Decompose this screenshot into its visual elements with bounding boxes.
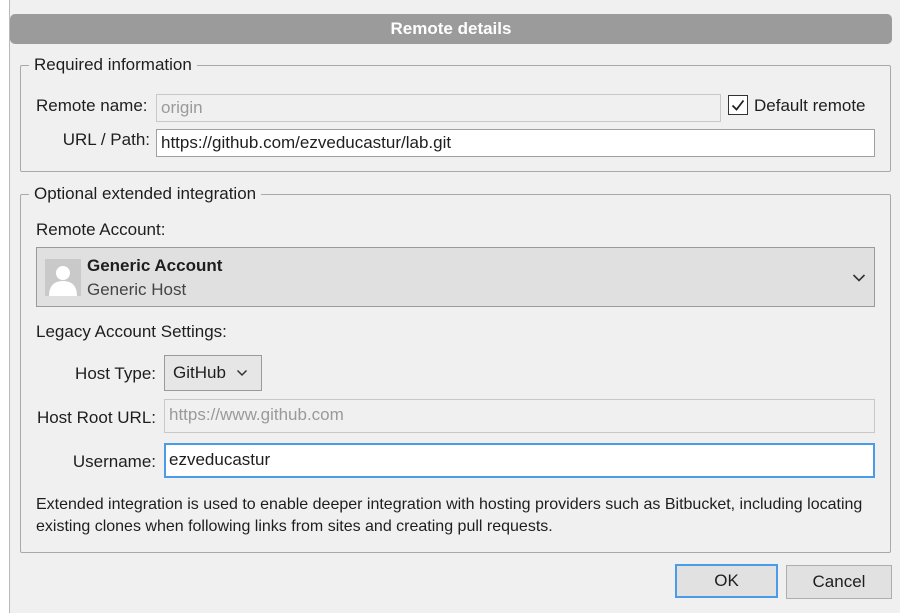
- ok-button-label: OK: [714, 571, 739, 590]
- host-root-url-label: Host Root URL:: [36, 408, 156, 427]
- background-window-strip: [0, 0, 10, 613]
- avatar-icon: [45, 259, 81, 296]
- cancel-button-label: Cancel: [812, 572, 866, 591]
- default-remote-checkbox[interactable]: [728, 95, 748, 115]
- optional-integration-legend: Optional extended integration: [29, 183, 262, 205]
- check-icon: [731, 99, 745, 111]
- host-type-label: Host Type:: [75, 364, 156, 383]
- chevron-down-icon: [852, 274, 866, 282]
- host-root-url-input[interactable]: https://www.github.com: [164, 399, 875, 433]
- dialog-title: Remote details: [390, 19, 512, 38]
- legacy-settings-label: Legacy Account Settings:: [36, 322, 227, 341]
- remote-account-dropdown[interactable]: Generic Account Generic Host: [36, 247, 875, 307]
- remote-name-field[interactable]: origin: [156, 94, 721, 122]
- integration-info-text: Extended integration is used to enable d…: [36, 496, 863, 535]
- account-host: Generic Host: [87, 280, 187, 299]
- dialog-title-bar: Remote details: [10, 14, 892, 44]
- remote-account-label: Remote Account:: [36, 220, 166, 239]
- account-name: Generic Account: [87, 256, 223, 275]
- username-input[interactable]: ezveducastur: [164, 443, 875, 478]
- default-remote-label[interactable]: Default remote: [754, 95, 866, 117]
- chevron-down-icon: [236, 369, 247, 377]
- required-info-legend: Required information: [29, 54, 197, 76]
- url-path-input[interactable]: https://github.com/ezveducastur/lab.git: [156, 129, 875, 157]
- host-type-select[interactable]: GitHub: [164, 355, 262, 391]
- ok-button[interactable]: OK: [675, 564, 778, 598]
- host-type-value: GitHub: [173, 363, 226, 382]
- url-path-label: URL / Path:: [62, 130, 150, 149]
- remote-name-label: Remote name:: [36, 96, 148, 115]
- username-label: Username:: [72, 452, 156, 471]
- cancel-button[interactable]: Cancel: [786, 565, 892, 599]
